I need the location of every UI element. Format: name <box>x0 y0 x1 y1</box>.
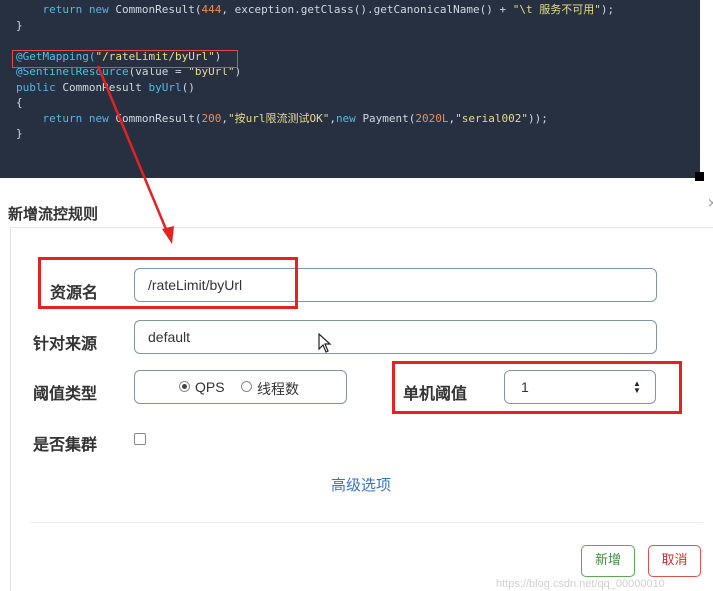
mouse-pointer-icon <box>318 333 332 353</box>
corner-marker <box>695 172 704 181</box>
code-token: "按url限流测试OK" <box>227 111 330 125</box>
code-token: 2020L <box>415 111 449 125</box>
code-token: "/rateLimit/byUrl" <box>95 49 215 63</box>
code-lines: return new CommonResult(444, exception.g… <box>16 2 614 142</box>
cancel-button[interactable]: 取消 <box>648 545 701 577</box>
advanced-options-link[interactable]: 高级选项 <box>331 474 391 495</box>
resource-input[interactable]: /rateLimit/byUrl <box>134 268 657 302</box>
code-token: 444 <box>201 3 222 16</box>
code-token: { <box>16 96 23 109</box>
code-line: @SentinelResource(value = "byUrl") <box>16 64 614 80</box>
code-token: "\t 服务不可用" <box>512 3 601 16</box>
code-line: public CommonResult byUrl() <box>16 80 614 96</box>
code-token: () <box>181 80 195 94</box>
code-token: CommonResult <box>62 80 149 94</box>
threshold-type-radio-group: QPS 线程数 <box>134 370 347 404</box>
code-token: return new <box>42 3 116 16</box>
code-token: )); <box>528 111 548 125</box>
radio-thread[interactable] <box>241 381 252 392</box>
cluster-label: 是否集群 <box>33 435 98 454</box>
code-token: "serial002" <box>455 111 529 125</box>
footer-divider <box>30 522 703 523</box>
code-token: @GetMapping( <box>16 49 96 63</box>
add-button[interactable]: 新增 <box>581 545 635 577</box>
origin-label: 针对来源 <box>33 334 98 353</box>
code-token: ) <box>234 65 242 78</box>
threshold-type-label: 阈值类型 <box>33 384 98 403</box>
modal-close-icon[interactable]: × <box>707 196 713 211</box>
watermark: https://blog.csdn.net/qq_00000010 <box>496 578 665 590</box>
code-token: , <box>329 111 336 125</box>
code-token: public <box>16 80 63 94</box>
code-token: return new <box>42 111 116 125</box>
code-token: ) <box>214 49 222 63</box>
radio-thread-label[interactable]: 线程数 <box>257 379 299 399</box>
code-line: return new CommonResult(444, exception.g… <box>16 2 615 18</box>
resource-label: 资源名 <box>50 283 99 302</box>
code-token: @SentinelResource <box>16 65 129 78</box>
code-token: ); <box>600 3 615 16</box>
single-threshold-input[interactable]: 1 ▲ ▼ <box>504 370 656 404</box>
modal-title: 新增流控规则 <box>8 205 99 223</box>
cluster-checkbox[interactable] <box>134 433 146 445</box>
code-edge <box>700 0 713 178</box>
code-token: , <box>221 111 228 125</box>
code-token: CommonResult( <box>115 3 202 16</box>
code-line: @GetMapping("/rateLimit/byUrl") <box>16 49 614 65</box>
code-token: 200 <box>201 111 222 125</box>
single-threshold-label: 单机阈值 <box>403 384 468 403</box>
code-line: { <box>16 95 614 111</box>
code-line: } <box>16 126 614 142</box>
radio-qps-label[interactable]: QPS <box>195 379 225 395</box>
code-line: return new CommonResult(200,"按url限流测试OK"… <box>16 111 614 127</box>
code-editor: return new CommonResult(444, exception.g… <box>0 0 700 178</box>
code-token: Payment( <box>362 111 416 125</box>
code-token: , exception.getClass().getCanonicalName(… <box>221 3 513 16</box>
code-token: } <box>16 18 23 32</box>
code-token: new <box>335 111 363 125</box>
code-token: (value = <box>128 65 189 78</box>
code-token: CommonResult( <box>115 111 202 125</box>
radio-qps[interactable] <box>179 381 190 392</box>
code-token: "byUrl" <box>188 65 235 78</box>
up-down-arrows-icon[interactable]: ▲ ▼ <box>633 380 641 395</box>
code-token: byUrl <box>148 80 182 94</box>
code-token: } <box>16 127 23 140</box>
single-threshold-value: 1 <box>521 379 529 395</box>
code-line: } <box>16 18 614 34</box>
origin-input[interactable]: default <box>134 320 657 354</box>
